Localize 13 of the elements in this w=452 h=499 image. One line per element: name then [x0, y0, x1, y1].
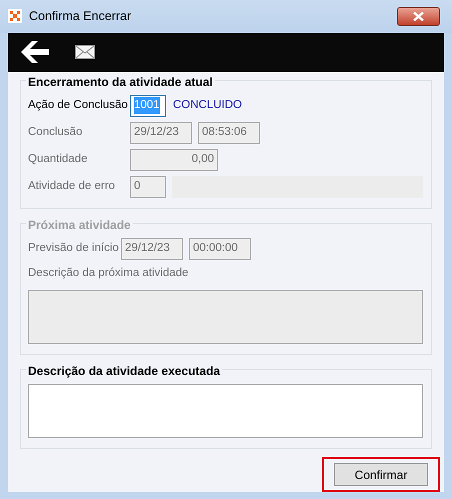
close-icon [413, 12, 424, 21]
confirm-button[interactable]: Confirmar [334, 463, 428, 486]
action-name: CONCLUIDO [173, 98, 242, 114]
back-arrow-icon[interactable] [20, 40, 49, 64]
close-button[interactable] [397, 6, 440, 26]
window-title: Confirma Encerrar [29, 8, 132, 25]
field-label: Atividade de erro [28, 179, 116, 194]
field-label: Quantidade [28, 152, 88, 168]
field-label: Descrição da próxima atividade [28, 266, 190, 281]
app-icon [8, 9, 22, 24]
input-field[interactable]: 1001 [130, 94, 166, 117]
field-label: Conclusão [28, 125, 84, 140]
envelope-icon[interactable] [75, 45, 95, 60]
